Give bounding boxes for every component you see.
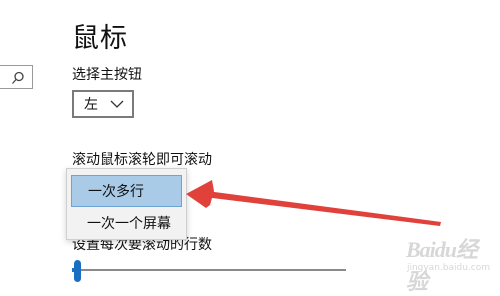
- dropdown-option-label: 一次多行: [88, 184, 144, 200]
- scroll-lines-slider-thumb[interactable]: [74, 260, 81, 282]
- dropdown-option-multiple-lines[interactable]: 一次多行: [71, 175, 182, 207]
- dropdown-option-one-screen[interactable]: 一次一个屏幕: [71, 207, 182, 239]
- search-input[interactable]: [0, 65, 33, 89]
- primary-button-label: 选择主按钮: [72, 67, 142, 83]
- watermark-subtext: jingyan.baidu.com: [406, 263, 490, 273]
- search-icon: [12, 71, 24, 84]
- chevron-down-icon: [110, 100, 124, 108]
- page-title: 鼠标: [72, 23, 128, 54]
- dropdown-option-label: 一次一个屏幕: [87, 216, 171, 232]
- primary-button-select[interactable]: 左: [72, 90, 134, 118]
- watermark-logo: Baidu经验 jingyan.baidu.com: [404, 232, 492, 294]
- scroll-lines-slider-track[interactable]: [80, 269, 346, 271]
- primary-button-value: 左: [84, 97, 98, 113]
- scroll-mode-dropdown: 一次多行 一次一个屏幕: [66, 168, 187, 240]
- scroll-mode-label: 滚动鼠标滚轮即可滚动: [72, 152, 212, 168]
